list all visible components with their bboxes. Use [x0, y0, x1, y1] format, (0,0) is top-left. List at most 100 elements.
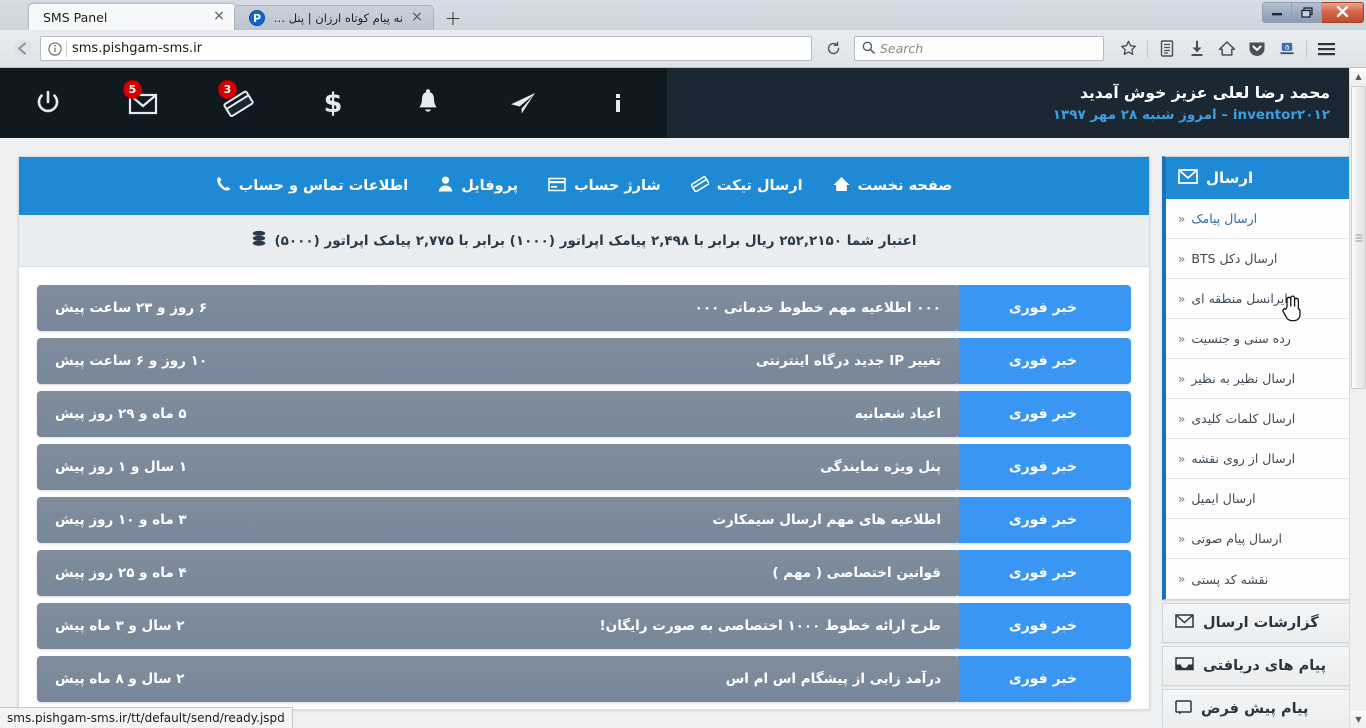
- close-window-button[interactable]: [1322, 1, 1364, 23]
- search-input[interactable]: Search: [854, 36, 1104, 61]
- chevron-icon: «: [1178, 572, 1186, 586]
- topnav-item-contact-account-info[interactable]: اطلاعات تماس و حساب: [216, 176, 409, 196]
- news-row-body: طرح ارائه خطوط ۱۰۰۰ اختصاصی به صورت رایگ…: [37, 603, 959, 649]
- envelope-icon: [1175, 614, 1194, 632]
- news-row-body: تغییر IP جدید درگاه اینترنتی ۱۰ روز و ۶ …: [37, 338, 959, 384]
- news-row[interactable]: خبر فوری پنل ویژه نمایندگی ۱ سال و ۱ روز…: [37, 444, 1131, 490]
- envelope-icon: [1178, 168, 1198, 188]
- scrollbar-thumb[interactable]: [1351, 86, 1366, 389]
- news-time: ۶ روز و ۲۳ ساعت پیش: [55, 300, 208, 316]
- page-scrollbar[interactable]: ▲ ▼: [1349, 68, 1366, 728]
- sidebar-panel-send: ارسال ارسال پیامک « ارسال دکل BTS « ایرا…: [1162, 156, 1354, 600]
- news-row[interactable]: خبر فوری طرح ارائه خطوط ۱۰۰۰ اختصاصی به …: [37, 603, 1131, 649]
- maximize-button[interactable]: [1292, 1, 1322, 23]
- tickets-icon[interactable]: 3: [190, 68, 285, 138]
- sidebar-item-bts[interactable]: ارسال دکل BTS «: [1166, 239, 1353, 279]
- news-row[interactable]: خبر فوری تغییر IP جدید درگاه اینترنتی ۱۰…: [37, 338, 1131, 384]
- news-row-body: قوانین اختصاصی ( مهم ) ۴ ماه و ۲۵ روز پی…: [37, 550, 959, 596]
- close-icon[interactable]: ×: [409, 10, 425, 26]
- favicon-icon: P: [249, 10, 265, 26]
- hamburger-menu-icon[interactable]: [1312, 35, 1340, 63]
- news-tag: خبر فوری: [955, 285, 1131, 331]
- info-icon[interactable]: [570, 68, 665, 138]
- news-row[interactable]: خبر فوری درآمد زایی از پیشگام اس ام اس ۲…: [37, 656, 1131, 702]
- sidebar-item-from-map[interactable]: ارسال از روی نقشه «: [1166, 439, 1353, 479]
- top-navigation: صفحه نخست ارسال تیکت شارژ حساب پروفایل ا…: [19, 157, 1149, 215]
- news-row[interactable]: خبر فوری اطلاعیه های مهم ارسال سیمکارت ۳…: [37, 497, 1131, 543]
- sidebar-item-keywords[interactable]: ارسال کلمات کلیدی «: [1166, 399, 1353, 439]
- header-subtitle: inventor۲۰۱۲ – امروز شنبه ۲۸ مهر ۱۳۹۷: [1052, 106, 1330, 123]
- news-row[interactable]: خبر فوری قوانین اختصاصی ( مهم ) ۴ ماه و …: [37, 550, 1131, 596]
- browser-chrome: SMS Panel × P نه پیام کوتاه ارزان | پنل …: [0, 0, 1366, 68]
- bell-icon[interactable]: [380, 68, 475, 138]
- news-row-body: پنل ویژه نمایندگی ۱ سال و ۱ روز پیش: [37, 444, 959, 490]
- news-title: طرح ارائه خطوط ۱۰۰۰ اختصاصی به صورت رایگ…: [599, 618, 941, 634]
- home-icon[interactable]: [1213, 35, 1241, 63]
- sidebar-item-email[interactable]: ارسال ایمیل «: [1166, 479, 1353, 519]
- topnav-item-charge-account[interactable]: شارژ حساب: [548, 177, 661, 196]
- chevron-icon: «: [1178, 211, 1186, 226]
- news-tag: خبر فوری: [955, 338, 1131, 384]
- back-icon[interactable]: [8, 35, 36, 63]
- sidebar-block-default-message[interactable]: پیام پیش فرض: [1162, 689, 1354, 728]
- topnav-item-home[interactable]: صفحه نخست: [833, 176, 952, 196]
- web-page: 5 3 $ محمد رضا لعلی عزیز خوش آمدید inven…: [0, 68, 1366, 728]
- sidebar-item-peer-to-peer[interactable]: ارسال نظیر به نظیر «: [1166, 359, 1353, 399]
- site-info-icon[interactable]: [45, 40, 65, 58]
- scroll-down-arrow-icon[interactable]: ▼: [1350, 711, 1366, 728]
- home-icon: [833, 176, 850, 196]
- news-row[interactable]: خبر فوری اعیاد شعبانیه ۵ ماه و ۲۹ روز پی…: [37, 391, 1131, 437]
- card-icon: [548, 177, 566, 196]
- browser-tab-secondary[interactable]: P نه پیام کوتاه ارزان | پنل اس ام اس ×: [234, 5, 434, 30]
- sidebar-item-irancell-regional[interactable]: ایرانسل منطقه ای «: [1166, 279, 1353, 319]
- sidebar-item-postal-code-map[interactable]: نقشه کد پستی «: [1166, 559, 1353, 599]
- sidebar-item-label: ارسال کلمات کلیدی: [1191, 411, 1296, 426]
- minimize-button[interactable]: [1262, 1, 1292, 23]
- scrollbar-grip-icon: [1355, 234, 1362, 241]
- main-content: صفحه نخست ارسال تیکت شارژ حساب پروفایل ا…: [18, 156, 1150, 728]
- power-icon[interactable]: [0, 68, 95, 138]
- url-bar[interactable]: sms.pishgam-sms.ir: [40, 36, 812, 61]
- news-tag: خبر فوری: [955, 550, 1131, 596]
- scroll-up-arrow-icon[interactable]: ▲: [1350, 68, 1366, 85]
- window-controls: [1262, 1, 1364, 23]
- status-bar: sms.pishgam-sms.ir/tt/default/send/ready…: [0, 707, 293, 728]
- credit-text: اعتبار شما ۲۵۲,۲۱۵۰ ریال برابر با ۲,۴۹۸ …: [274, 232, 917, 249]
- envelope-icon[interactable]: 5: [95, 68, 190, 138]
- browser-tab-sms-panel[interactable]: SMS Panel ×: [28, 3, 236, 30]
- topnav-label: اطلاعات تماس و حساب: [238, 178, 409, 194]
- inbox-icon: [1175, 657, 1194, 675]
- topnav-item-profile[interactable]: پروفایل: [438, 176, 518, 196]
- reload-icon[interactable]: [820, 36, 846, 61]
- news-title: پنل ویژه نمایندگی: [820, 459, 941, 475]
- sidebar-block-send-reports[interactable]: گزارشات ارسال: [1162, 603, 1354, 643]
- user-icon: [438, 176, 453, 196]
- divider: [1306, 39, 1307, 58]
- news-row-body: اعیاد شعبانیه ۵ ماه و ۲۹ روز پیش: [37, 391, 959, 437]
- close-icon[interactable]: ×: [211, 9, 227, 25]
- news-title: ۰۰۰ اطلاعیه مهم خطوط خدماتی ۰۰۰: [694, 300, 941, 316]
- sidebar-item-label: ارسال دکل BTS: [1191, 251, 1278, 266]
- sidebar-item-label: رده سنی و جنسیت: [1191, 331, 1291, 346]
- credit-info-bar: اعتبار شما ۲۵۲,۲۱۵۰ ریال برابر با ۲,۴۹۸ …: [19, 215, 1149, 267]
- ticket-icon: [690, 175, 710, 196]
- dollar-icon[interactable]: $: [285, 68, 380, 138]
- new-tab-button[interactable]: +: [440, 6, 466, 30]
- sidebar-item-voice-message[interactable]: ارسال پیام صوتی «: [1166, 519, 1353, 559]
- library-icon[interactable]: [1153, 35, 1181, 63]
- badge-count: 3: [218, 80, 237, 99]
- sidebar-item-age-gender[interactable]: رده سنی و جنسیت «: [1166, 319, 1353, 359]
- sidebar-item-send-sms[interactable]: ارسال پیامک «: [1166, 199, 1353, 239]
- send-plane-icon[interactable]: [475, 68, 570, 138]
- header-user-info: محمد رضا لعلی عزیز خوش آمدید inventor۲۰۱…: [667, 81, 1366, 126]
- downloads-icon[interactable]: [1183, 35, 1211, 63]
- bookmark-star-icon[interactable]: [1114, 35, 1142, 63]
- browser-toolbar-icons: a: [1114, 35, 1340, 63]
- news-row[interactable]: خبر فوری ۰۰۰ اطلاعیه مهم خطوط خدماتی ۰۰۰…: [37, 285, 1131, 331]
- pocket-icon[interactable]: [1243, 35, 1271, 63]
- topnav-item-send-ticket[interactable]: ارسال تیکت: [690, 175, 803, 196]
- account-icon[interactable]: a: [1273, 35, 1301, 63]
- topnav-label: شارژ حساب: [574, 178, 661, 194]
- sidebar-block-received-messages[interactable]: پیام های دریافتی: [1162, 646, 1354, 686]
- news-tag: خبر فوری: [955, 656, 1131, 702]
